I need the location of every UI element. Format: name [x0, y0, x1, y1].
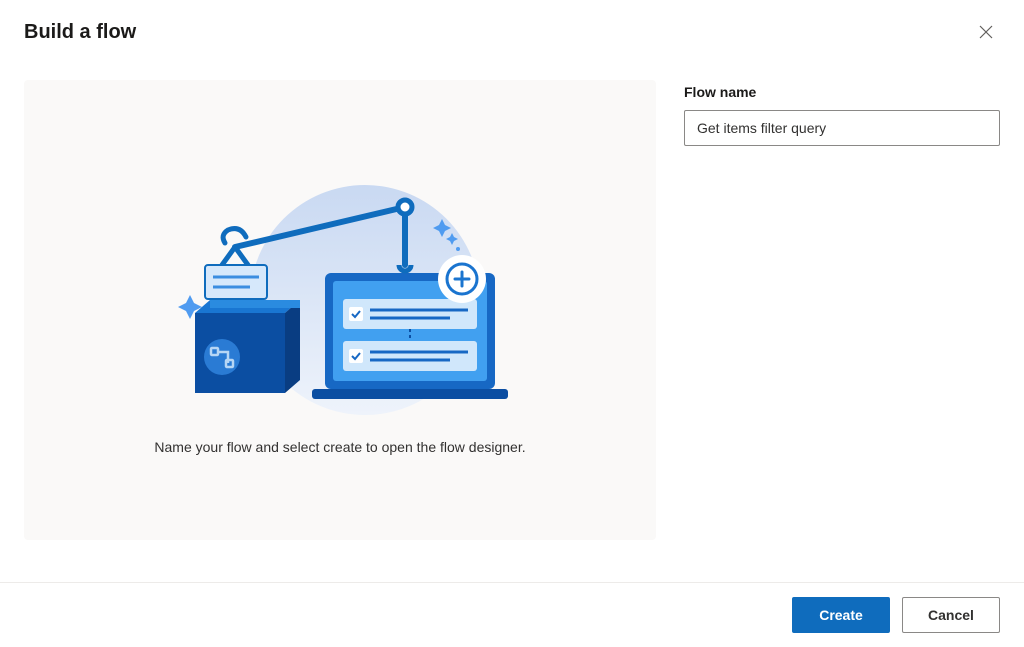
flow-illustration — [150, 165, 530, 415]
dialog-header: Build a flow — [0, 0, 1024, 56]
instruction-text: Name your flow and select create to open… — [154, 439, 525, 455]
flow-name-label: Flow name — [684, 84, 1000, 100]
dialog-footer: Create Cancel — [0, 582, 1024, 647]
cancel-button[interactable]: Cancel — [902, 597, 1000, 633]
close-button[interactable] — [972, 18, 1000, 46]
close-icon — [978, 24, 994, 40]
dialog-title: Build a flow — [24, 21, 136, 44]
form-panel: Flow name — [684, 80, 1000, 540]
flow-name-input[interactable] — [684, 110, 1000, 146]
dialog-body: Name your flow and select create to open… — [0, 80, 1024, 540]
illustration-panel: Name your flow and select create to open… — [24, 80, 656, 540]
create-button[interactable]: Create — [792, 597, 890, 633]
